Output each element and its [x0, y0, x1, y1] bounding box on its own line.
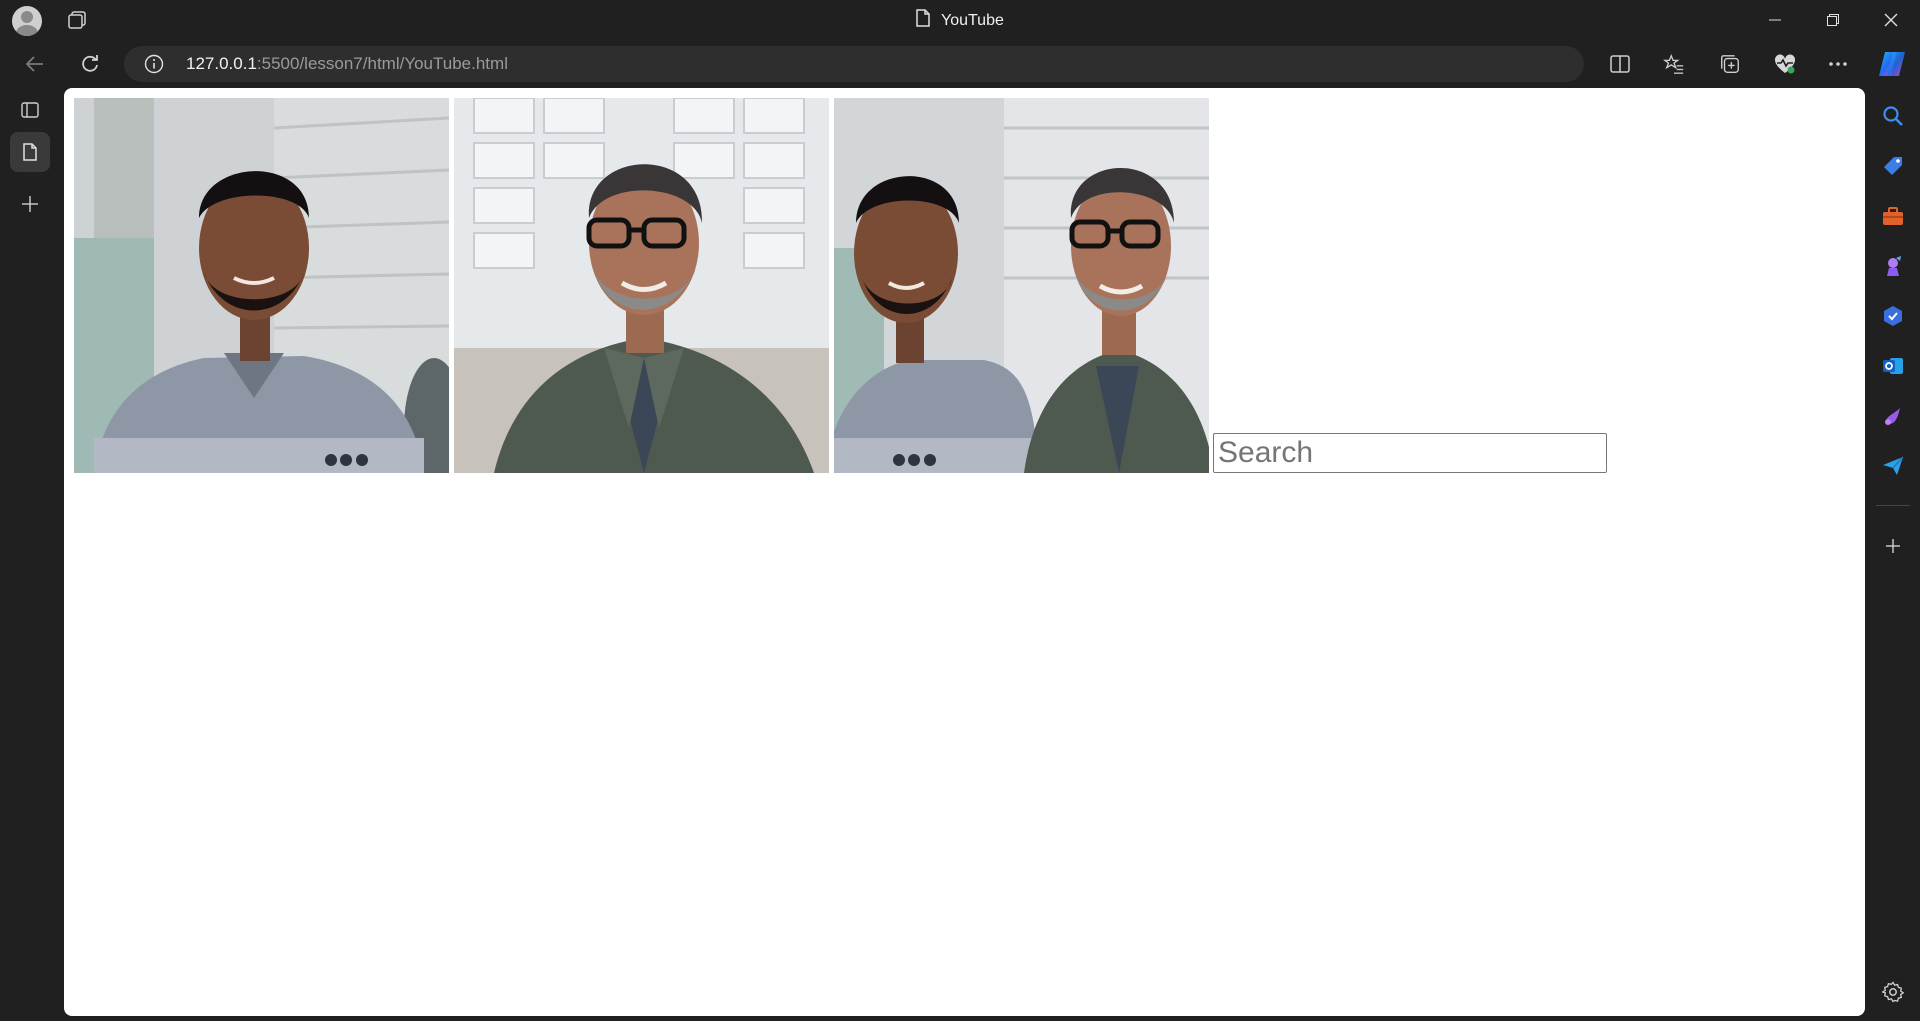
address-bar[interactable]: 127.0.0.1:5500/lesson7/html/YouTube.html: [124, 46, 1584, 82]
split-screen-icon[interactable]: [1602, 46, 1638, 82]
add-sidebar-app-icon[interactable]: [1877, 530, 1909, 562]
games-icon[interactable]: [1877, 250, 1909, 282]
collections-icon[interactable]: [1712, 46, 1748, 82]
profile-avatar[interactable]: [12, 6, 42, 36]
settings-gear-icon[interactable]: [1877, 976, 1909, 1008]
vertical-tab-strip: [0, 88, 64, 1021]
url-path: :5500/lesson7/html/YouTube.html: [256, 54, 508, 73]
drop-icon[interactable]: [1877, 400, 1909, 432]
shopping-tag-icon[interactable]: [1877, 150, 1909, 182]
url-host: 127.0.0.1: [186, 54, 257, 73]
page-viewport: [64, 88, 1865, 1016]
video-thumbnail-2[interactable]: [454, 98, 829, 473]
back-icon[interactable]: [17, 46, 53, 82]
restore-button[interactable]: [1810, 6, 1856, 34]
search-input[interactable]: [1213, 433, 1607, 473]
tab-youtube[interactable]: [10, 132, 50, 172]
window-title: YouTube: [915, 9, 1004, 32]
search-icon[interactable]: [1877, 100, 1909, 132]
outlook-icon[interactable]: [1877, 350, 1909, 382]
sidebar-divider: [1876, 505, 1910, 506]
send-icon[interactable]: [1877, 450, 1909, 482]
new-tab-icon[interactable]: [10, 184, 50, 224]
video-thumbnail-3[interactable]: [834, 98, 1209, 473]
refresh-icon[interactable]: [72, 46, 108, 82]
page-icon: [915, 9, 931, 32]
video-thumbnail-1[interactable]: [74, 98, 449, 473]
window-title-text: YouTube: [941, 11, 1004, 29]
copilot-sidebar-icon[interactable]: [1877, 300, 1909, 332]
favorites-icon[interactable]: [1656, 46, 1692, 82]
url-text[interactable]: 127.0.0.1:5500/lesson7/html/YouTube.html: [186, 54, 508, 74]
more-menu-icon[interactable]: [1820, 46, 1856, 82]
copilot-icon[interactable]: [1874, 46, 1910, 82]
title-bar: YouTube: [0, 0, 1920, 40]
workspaces-icon[interactable]: [66, 10, 88, 30]
minimize-button[interactable]: [1752, 6, 1798, 34]
site-info-icon[interactable]: [144, 54, 164, 74]
browser-essentials-icon[interactable]: [1767, 46, 1803, 82]
edge-sidebar: [1866, 88, 1920, 1021]
tab-actions-icon[interactable]: [10, 90, 50, 130]
close-button[interactable]: [1868, 6, 1914, 34]
tools-icon[interactable]: [1877, 200, 1909, 232]
